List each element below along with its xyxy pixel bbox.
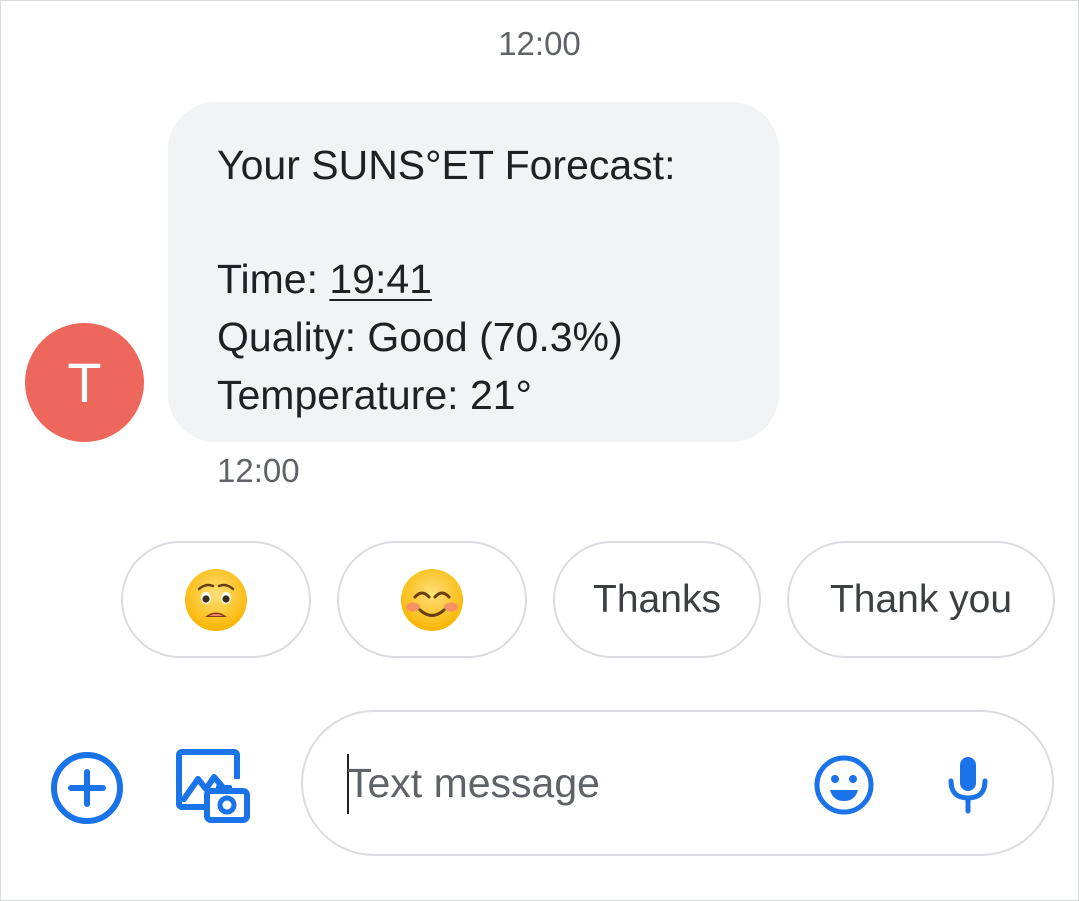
- microphone-icon[interactable]: [946, 755, 990, 815]
- add-circle-icon[interactable]: [50, 751, 124, 825]
- smart-reply-worried[interactable]: [121, 541, 311, 658]
- message-quality: Quality: Good (70.3%): [217, 314, 623, 360]
- message-title: Your SUNS°ET Forecast:: [217, 142, 676, 188]
- time-link[interactable]: 19:41: [329, 256, 432, 302]
- smart-reply-smile[interactable]: [337, 541, 527, 658]
- time-label: Time:: [217, 256, 330, 302]
- smart-reply-thank-you[interactable]: Thank you: [787, 541, 1055, 658]
- emoji-icon[interactable]: [814, 755, 874, 815]
- message-placeholder: Text message: [347, 760, 600, 806]
- message-time-line: Time: 19:41: [217, 250, 779, 308]
- avatar[interactable]: T: [25, 323, 144, 442]
- smart-reply-thanks[interactable]: Thanks: [553, 541, 761, 658]
- message-bubble[interactable]: Your SUNS°ET Forecast: Time: 19:41 Quali…: [168, 102, 779, 442]
- message-timestamp: 12:00: [217, 452, 300, 489]
- smiling-face-emoji-icon: [401, 568, 463, 631]
- gallery-camera-icon[interactable]: [176, 749, 250, 823]
- message-temperature: Temperature: 21°: [217, 372, 532, 418]
- message-input[interactable]: Text message: [301, 710, 1054, 856]
- date-header: 12:00: [498, 25, 581, 62]
- worried-face-emoji-icon: [185, 568, 247, 631]
